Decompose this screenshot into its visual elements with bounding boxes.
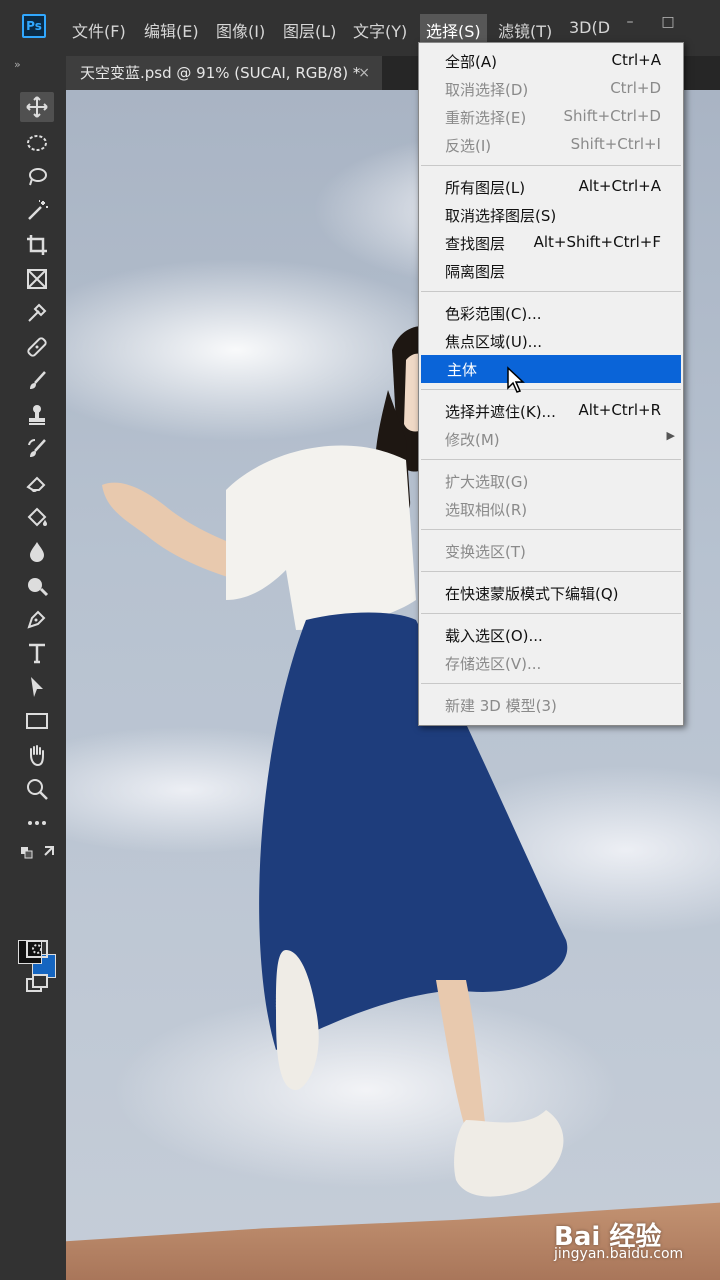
move-tool-icon[interactable]	[20, 92, 54, 122]
menu-item-shortcut: Alt+Ctrl+A	[578, 177, 661, 195]
menu-item[interactable]: 全部(A) Ctrl+A	[419, 47, 683, 75]
pen-icon[interactable]	[20, 604, 54, 634]
menu-item[interactable]: 修改(M) ▶	[419, 425, 683, 453]
menu-item[interactable]: 在快速蒙版模式下编辑(Q)	[419, 579, 683, 607]
menu-type[interactable]: 文字(Y)	[353, 18, 407, 42]
menu-item-shortcut: Ctrl+A	[611, 51, 661, 69]
path-selection-icon[interactable]	[20, 672, 54, 702]
menu-separator	[421, 291, 681, 292]
menu-item-shortcut: Shift+Ctrl+D	[563, 107, 661, 125]
menu-item[interactable]: 扩大选取(G)	[419, 467, 683, 495]
menu-item-label: 选取相似(R)	[445, 501, 528, 519]
menu-separator	[421, 571, 681, 572]
menu-item[interactable]: 色彩范围(C)...	[419, 299, 683, 327]
crop-icon[interactable]	[20, 230, 54, 260]
menu-separator	[421, 459, 681, 460]
menu-filter[interactable]: 滤镜(T)	[498, 18, 552, 42]
menu-separator	[421, 165, 681, 166]
menu-separator	[421, 613, 681, 614]
menu-separator	[421, 529, 681, 530]
menu-item-label: 查找图层	[445, 235, 506, 253]
menu-item-label: 取消选择图层(S)	[445, 207, 557, 225]
menu-item-label: 取消选择(D)	[445, 81, 529, 99]
minimize-button[interactable]: –	[616, 10, 644, 34]
lasso-icon[interactable]	[20, 162, 54, 192]
brush-icon[interactable]	[20, 366, 54, 396]
menu-item[interactable]: 取消选择(D) Ctrl+D	[419, 75, 683, 103]
menu-item[interactable]: 隔离图层	[419, 257, 683, 285]
menu-item-shortcut: Alt+Ctrl+R	[578, 401, 661, 419]
eyedropper-icon[interactable]	[20, 298, 54, 328]
menu-item[interactable]: 选择并遮住(K)... Alt+Ctrl+R	[419, 397, 683, 425]
type-icon[interactable]	[20, 638, 54, 668]
menu-item-label: 色彩范围(C)...	[445, 305, 542, 323]
menu-item-label: 变换选区(T)	[445, 543, 526, 561]
menu-item-label: 所有图层(L)	[445, 179, 526, 197]
menu-item-label: 新建 3D 模型(3)	[445, 697, 557, 715]
menu-item[interactable]: 查找图层 Alt+Shift+Ctrl+F	[419, 229, 683, 257]
rectangle-icon[interactable]	[20, 706, 54, 736]
maximize-button[interactable]: □	[654, 10, 682, 34]
eraser-icon[interactable]	[20, 468, 54, 498]
menu-edit[interactable]: 编辑(E)	[144, 18, 199, 42]
menu-item[interactable]: 变换选区(T)	[419, 537, 683, 565]
tools-panel: »	[0, 56, 66, 1280]
menu-separator	[421, 389, 681, 390]
swap-colors-icon[interactable]	[14, 840, 54, 864]
menu-item[interactable]: 焦点区域(U)...	[419, 327, 683, 355]
more-tools-icon[interactable]	[20, 808, 54, 838]
mouse-cursor-icon	[507, 366, 525, 393]
baidu-watermark-url: jingyan.baidu.com	[554, 1246, 684, 1262]
menu-layer[interactable]: 图层(L)	[283, 18, 336, 42]
menu-item[interactable]: 所有图层(L) Alt+Ctrl+A	[419, 173, 683, 201]
menu-item-label: 存储选区(V)...	[445, 655, 542, 673]
dodge-icon[interactable]	[20, 570, 54, 600]
menu-item-label: 在快速蒙版模式下编辑(Q)	[445, 585, 619, 603]
document-tab[interactable]: 天空变蓝.psd @ 91% (SUCAI, RGB/8) * ×	[66, 56, 382, 90]
menu-item-shortcut: Shift+Ctrl+I	[570, 135, 661, 153]
hand-icon[interactable]	[20, 740, 54, 770]
submenu-arrow-icon: ▶	[666, 429, 675, 442]
quick-mask-icon[interactable]	[20, 934, 54, 964]
menu-item-label: 反选(I)	[445, 137, 492, 155]
screen-mode-icon[interactable]	[20, 968, 54, 998]
collapse-panel-icon[interactable]: »	[14, 58, 21, 71]
history-brush-icon[interactable]	[20, 434, 54, 464]
menu-image[interactable]: 图像(I)	[216, 18, 265, 42]
menu-item-label: 扩大选取(G)	[445, 473, 529, 491]
menu-item-label: 焦点区域(U)...	[445, 333, 542, 351]
menu-item-label: 载入选区(O)...	[445, 627, 543, 645]
menu-item-label: 隔离图层	[445, 263, 506, 281]
menu-item[interactable]: 重新选择(E) Shift+Ctrl+D	[419, 103, 683, 131]
paint-bucket-icon[interactable]	[20, 502, 54, 532]
menu-item[interactable]: 主体	[421, 355, 681, 383]
menu-item-shortcut: Ctrl+D	[610, 79, 661, 97]
blur-icon[interactable]	[20, 536, 54, 566]
menu-item-label: 选择并遮住(K)...	[445, 403, 556, 421]
menu-item[interactable]: 反选(I) Shift+Ctrl+I	[419, 131, 683, 159]
close-tab-icon[interactable]: ×	[358, 56, 370, 90]
photoshop-logo-icon: Ps	[22, 14, 46, 38]
frame-icon[interactable]	[20, 264, 54, 294]
menu-separator	[421, 683, 681, 684]
document-tab-title: 天空变蓝.psd @ 91% (SUCAI, RGB/8) *	[80, 64, 361, 82]
menu-3d[interactable]: 3D(D	[569, 18, 610, 37]
menu-item-label: 重新选择(E)	[445, 109, 527, 127]
menu-item[interactable]: 取消选择图层(S)	[419, 201, 683, 229]
menu-item[interactable]: 存储选区(V)...	[419, 649, 683, 677]
menu-item-label: 修改(M)	[445, 431, 500, 449]
menu-item-shortcut: Alt+Shift+Ctrl+F	[533, 233, 661, 251]
clone-stamp-icon[interactable]	[20, 400, 54, 430]
ellipse-marquee-icon[interactable]	[20, 128, 54, 158]
zoom-icon[interactable]	[20, 774, 54, 804]
menu-item-label: 主体	[447, 361, 478, 379]
healing-brush-icon[interactable]	[20, 332, 54, 362]
menu-item[interactable]: 选取相似(R)	[419, 495, 683, 523]
menu-file[interactable]: 文件(F)	[72, 18, 126, 42]
menu-item[interactable]: 新建 3D 模型(3)	[419, 691, 683, 719]
menu-item[interactable]: 载入选区(O)...	[419, 621, 683, 649]
magic-wand-icon[interactable]	[20, 196, 54, 226]
select-menu-dropdown: 全部(A) Ctrl+A 取消选择(D) Ctrl+D 重新选择(E) Shift+Ctr…	[418, 42, 684, 726]
menu-item-label: 全部(A)	[445, 53, 497, 71]
